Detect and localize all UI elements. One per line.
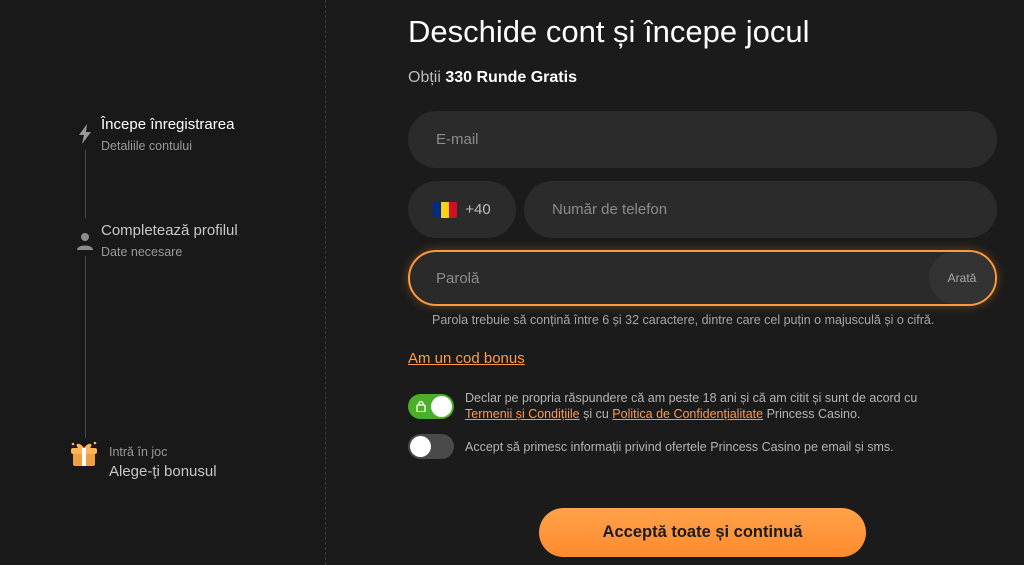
privacy-policy-link[interactable]: Politica de Confidențialitate [612,407,763,421]
email-field[interactable] [408,111,997,168]
marketing-consent: Accept să primesc informații privind ofe… [465,440,894,454]
age-terms-toggle[interactable] [408,394,454,419]
age-terms-consent: Declar pe propria răspundere că am peste… [465,390,985,422]
page-title: Deschide cont și începe jocul [408,14,810,49]
consent-text: și cu [583,407,609,421]
password-hint: Parola trebuie să conțină între 6 și 32 … [432,313,935,327]
registration-stepper: Începe înregistrarea Detaliile contului … [0,0,326,565]
bonus-code-link[interactable]: Am un cod bonus [408,350,525,367]
toggle-knob [410,436,431,457]
show-password-button[interactable]: Arată [929,252,995,304]
toggle-knob [431,396,452,417]
step-subtitle: Intră în joc [109,445,168,459]
accept-continue-button[interactable]: Acceptă toate și continuă [539,508,866,557]
step-subtitle: Date necesare [101,245,183,259]
step-title: Începe înregistrarea [101,116,235,133]
country-code: +40 [465,201,491,218]
terms-link[interactable]: Termenii și Condițiile [465,407,580,421]
user-icon [75,231,95,251]
phone-field[interactable] [524,181,997,238]
lock-icon [416,400,426,412]
bonus-offer-text: Obții 330 Runde Gratis [408,69,577,87]
romania-flag-icon [433,201,458,218]
step-subtitle: Detaliile contului [101,139,193,153]
consent-text: Declar pe propria răspundere că am peste… [465,391,918,405]
step-title: Completează profilul [101,222,238,239]
step-connector [85,256,86,438]
gift-icon [68,440,100,468]
password-field-wrapper: Arată [408,250,997,306]
email-field-wrapper [408,111,997,168]
offer-prefix: Obții [408,69,441,86]
step-connector [85,150,86,218]
offer-amount: 330 Runde Gratis [445,69,577,86]
lightning-icon [75,124,95,144]
password-field[interactable] [410,252,995,304]
marketing-toggle[interactable] [408,434,454,459]
country-code-selector[interactable]: +40 [408,181,516,238]
consent-text: Princess Casino. [766,407,861,421]
phone-field-wrapper [524,181,997,238]
step-title: Alege-ți bonusul [109,463,217,480]
